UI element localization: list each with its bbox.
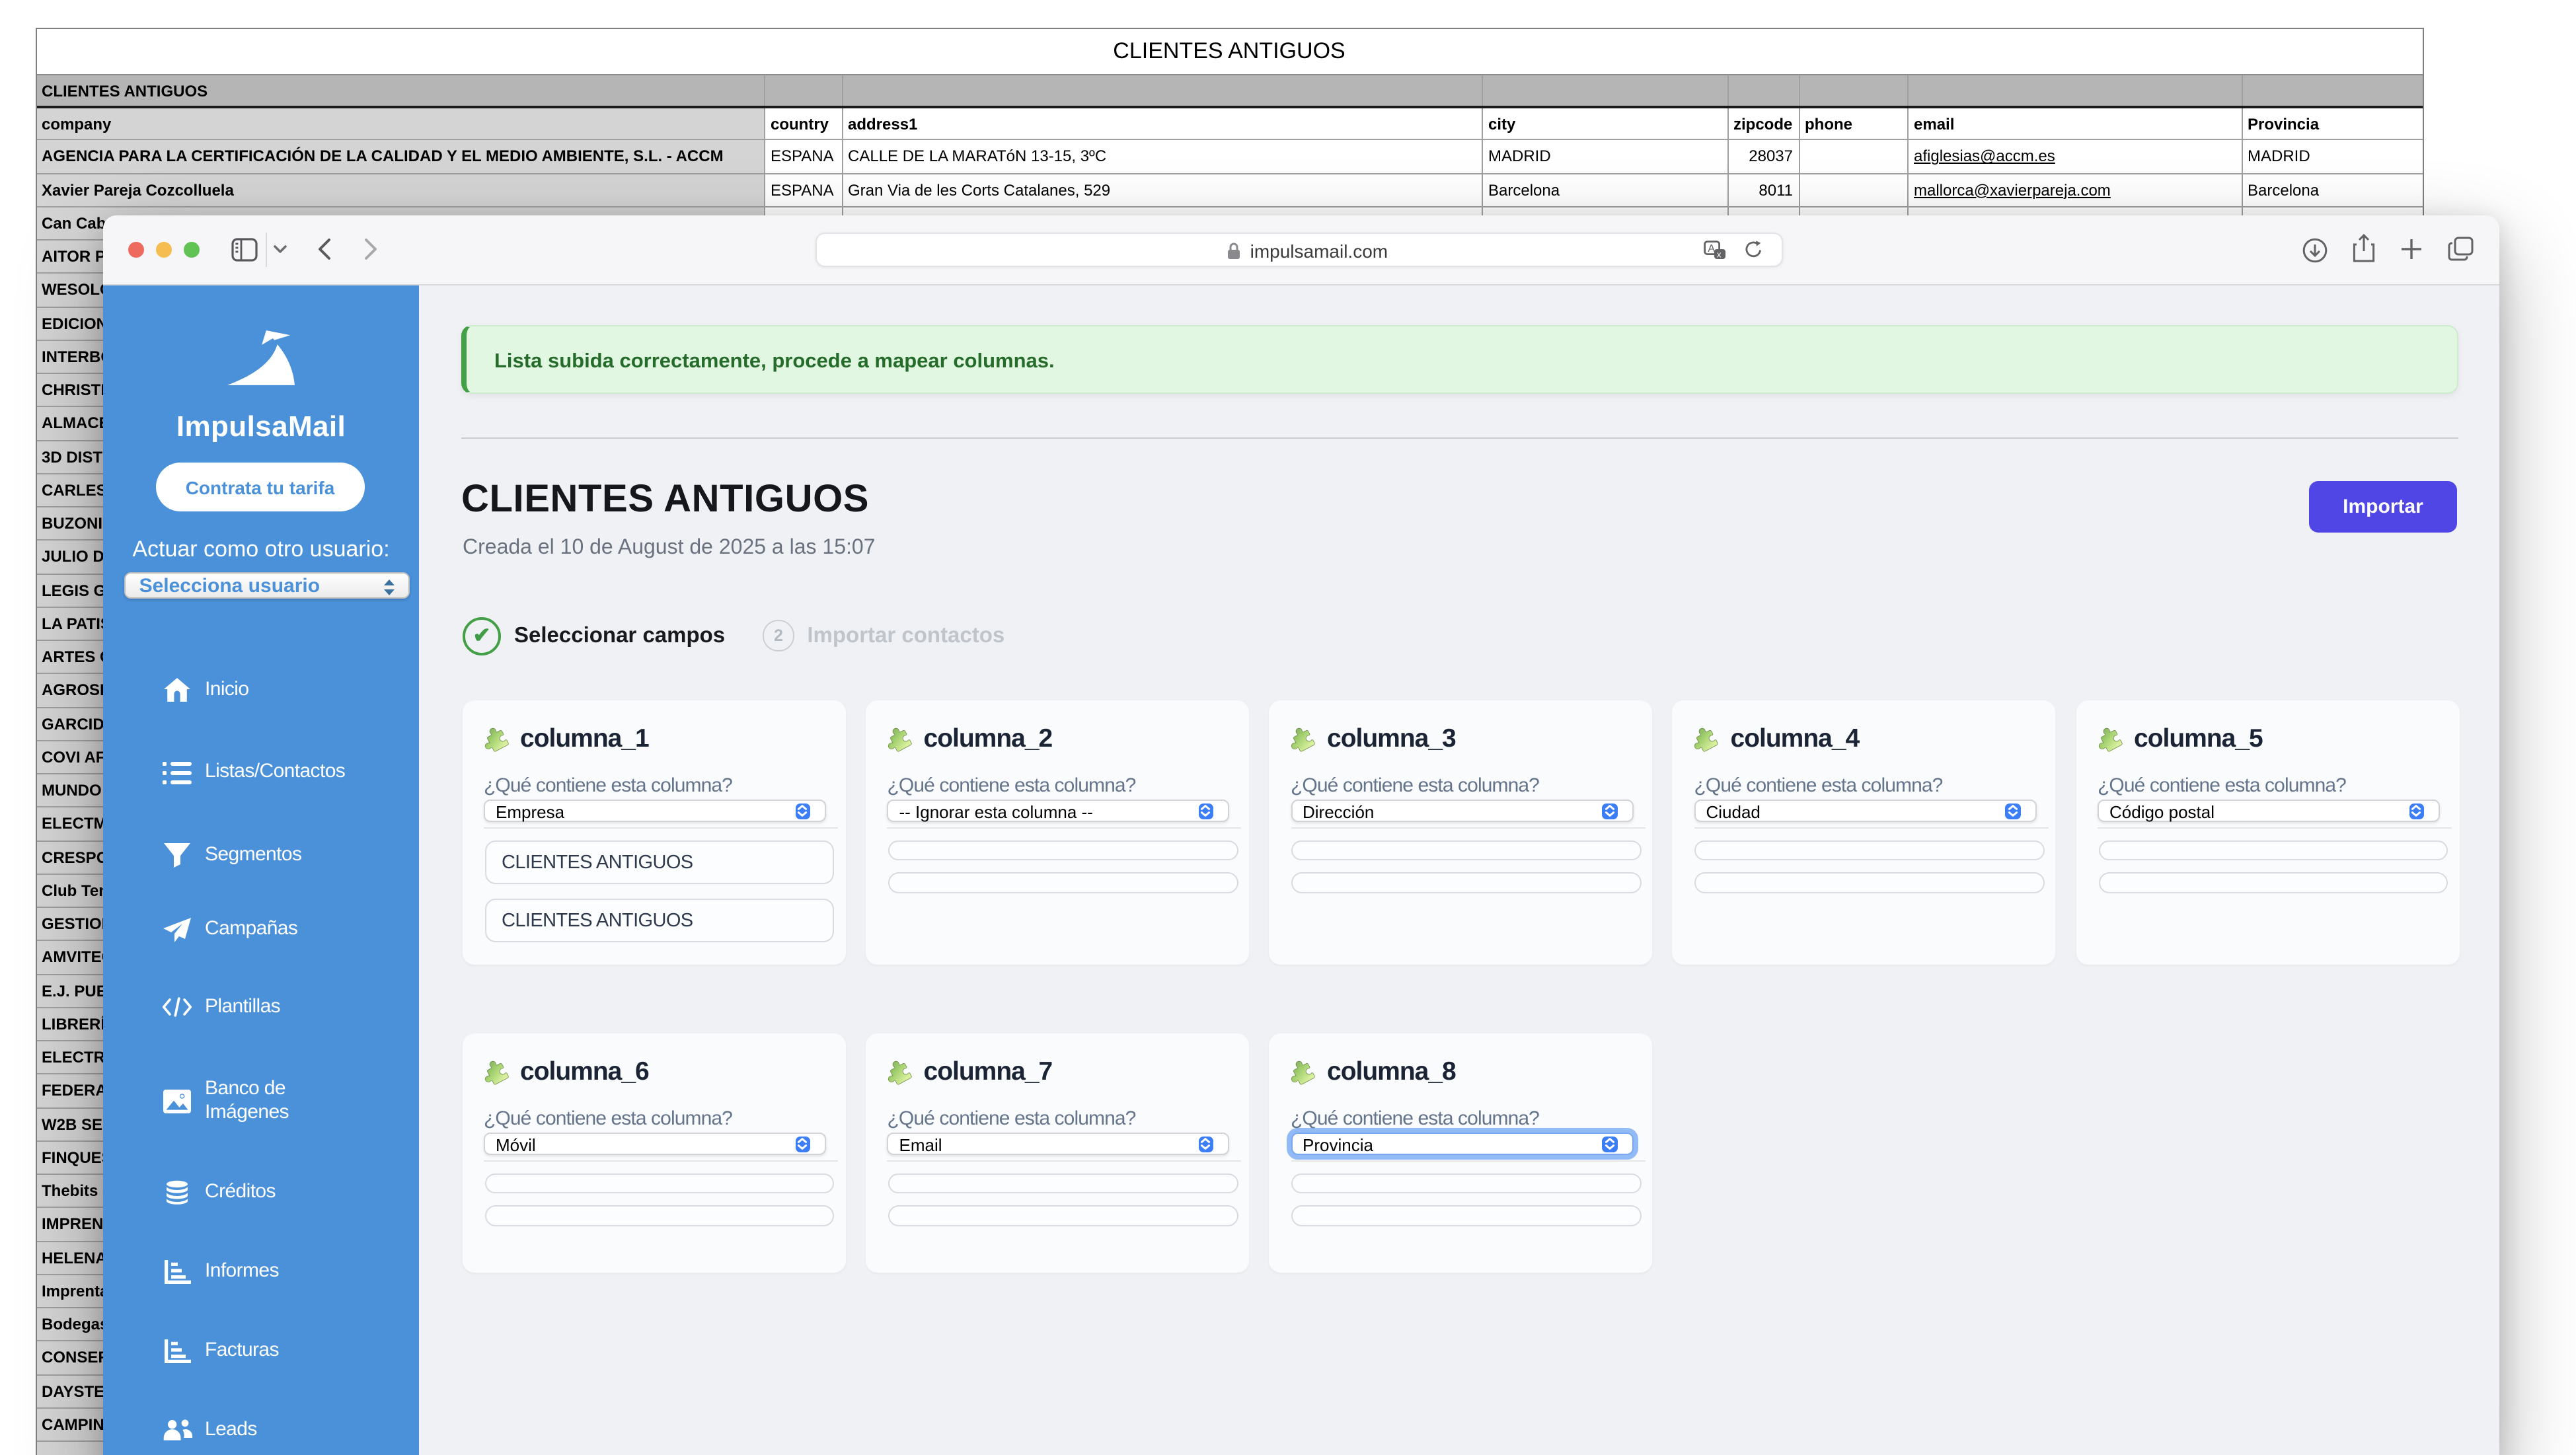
svg-text:x: x xyxy=(1717,249,1722,259)
svg-text:A: A xyxy=(1708,243,1715,254)
